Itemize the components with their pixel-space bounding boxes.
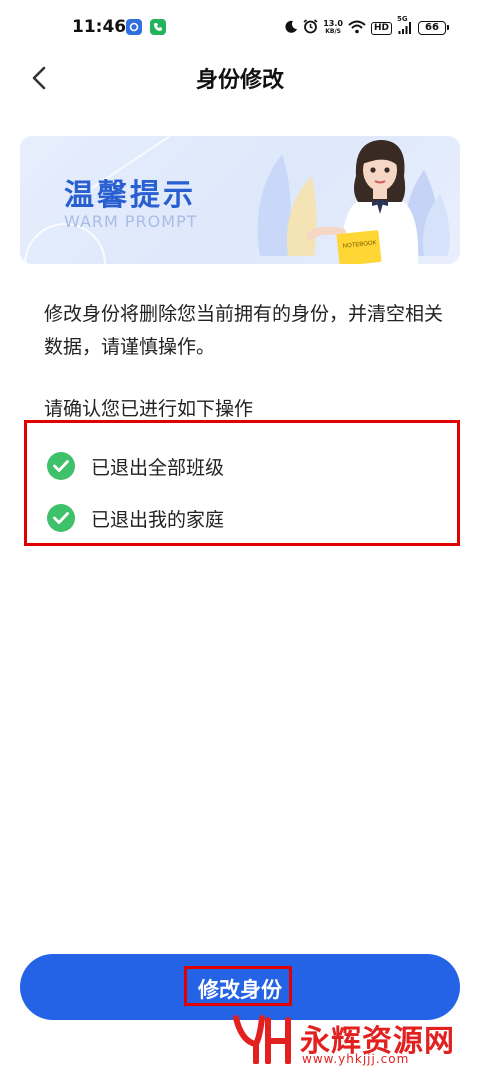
checklist-item: 已退出我的家庭 bbox=[47, 503, 224, 533]
warm-prompt-banner: NOTEBOOK 温馨提示 WARM PROMPT bbox=[20, 136, 460, 264]
modify-identity-button[interactable]: 修改身份 bbox=[20, 954, 460, 1020]
wifi-icon bbox=[348, 19, 366, 38]
banner-title: 温馨提示 bbox=[64, 178, 196, 213]
nav-bar: 身份修改 bbox=[0, 56, 480, 100]
checklist-item: 已退出全部班级 bbox=[47, 451, 224, 481]
hd-badge: HD bbox=[370, 21, 392, 35]
page-title: 身份修改 bbox=[195, 68, 284, 93]
confirm-heading: 请确认您已进行如下操作 bbox=[44, 398, 254, 420]
watermark-url: www.yhkjjj.com bbox=[302, 1052, 410, 1066]
network-speed-unit: KB/S bbox=[325, 28, 341, 35]
phone-notification-icon bbox=[150, 19, 166, 35]
notice-text: 修改身份将删除您当前拥有的身份，并清空相关数据，请谨慎操作。 bbox=[44, 303, 444, 358]
network-speed-value: 13.0 bbox=[323, 19, 343, 28]
battery-indicator: 66 bbox=[418, 21, 449, 35]
do-not-disturb-icon bbox=[284, 19, 298, 38]
app-notification-icon bbox=[126, 19, 142, 35]
check-circle-icon bbox=[47, 452, 75, 480]
watermark-logo-icon bbox=[233, 1015, 291, 1064]
status-bar: 11:46 13.0 KB/S HD 5G 66 bbox=[0, 0, 480, 56]
modify-identity-label: 修改身份 bbox=[198, 978, 282, 1002]
banner-subtitle: WARM PROMPT bbox=[64, 212, 198, 231]
status-icons: 13.0 KB/S HD 5G 66 bbox=[284, 15, 449, 40]
checklist-item-label: 已退出我的家庭 bbox=[91, 508, 225, 531]
signal-icon: 5G bbox=[397, 15, 413, 38]
confirm-checklist: 已退出全部班级 已退出我的家庭 bbox=[24, 420, 460, 546]
status-time: 11:46 bbox=[72, 17, 127, 37]
check-circle-icon bbox=[47, 504, 75, 532]
network-speed: 13.0 KB/S bbox=[323, 20, 343, 36]
checklist-item-label: 已退出全部班级 bbox=[91, 456, 225, 479]
signal-label: 5G bbox=[397, 14, 408, 23]
watermark: 永辉资源网 www.yhkjjj.com bbox=[232, 1012, 472, 1068]
alarm-icon bbox=[303, 18, 318, 38]
